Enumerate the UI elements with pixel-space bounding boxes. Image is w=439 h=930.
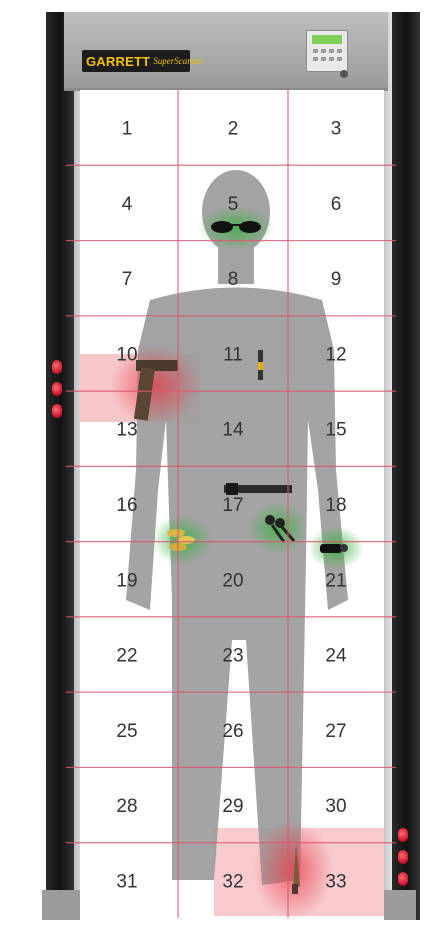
zone-label-31: 31 <box>116 871 137 892</box>
zone-label-3: 3 <box>331 119 342 140</box>
zone-label-26: 26 <box>222 721 243 742</box>
zone-label-16: 16 <box>116 495 137 516</box>
zone-label-17: 17 <box>222 495 243 516</box>
zone-label-25: 25 <box>116 721 137 742</box>
zone-label-15: 15 <box>325 420 346 441</box>
zone-label-10: 10 <box>116 344 137 365</box>
zone-label-28: 28 <box>116 796 137 817</box>
zone-label-19: 19 <box>116 570 137 591</box>
zone-label-14: 14 <box>222 420 244 441</box>
zone-label-22: 22 <box>116 646 137 667</box>
cleared-glow <box>248 502 308 554</box>
zone-label-6: 6 <box>331 194 342 215</box>
threat-glow <box>253 820 333 920</box>
zone-label-11: 11 <box>223 344 243 365</box>
zone-label-4: 4 <box>122 194 133 215</box>
zone-label-30: 30 <box>325 796 346 817</box>
zone-label-12: 12 <box>325 344 346 365</box>
zone-label-8: 8 <box>228 269 239 290</box>
zone-label-7: 7 <box>122 269 133 290</box>
zone-label-18: 18 <box>325 495 346 516</box>
zone-label-32: 32 <box>222 871 243 892</box>
zone-grid-svg: 1234567891011121314151617181920212223242… <box>0 0 439 930</box>
zone-label-23: 23 <box>222 646 243 667</box>
zone-label-29: 29 <box>222 796 243 817</box>
zone-label-1: 1 <box>122 119 133 140</box>
zone-label-9: 9 <box>331 269 342 290</box>
zone-label-27: 27 <box>325 721 346 742</box>
zone-label-24: 24 <box>325 646 347 667</box>
zone-label-2: 2 <box>228 119 239 140</box>
pen-icon <box>258 350 263 380</box>
wristwatch-icon <box>320 544 348 553</box>
metal-detector-diagram: GARRETT SuperScanner <box>0 0 439 930</box>
zone-label-5: 5 <box>228 194 239 215</box>
zone-label-13: 13 <box>116 420 137 441</box>
zone-label-33: 33 <box>325 871 346 892</box>
zone-label-21: 21 <box>325 570 346 591</box>
zone-label-20: 20 <box>222 570 243 591</box>
